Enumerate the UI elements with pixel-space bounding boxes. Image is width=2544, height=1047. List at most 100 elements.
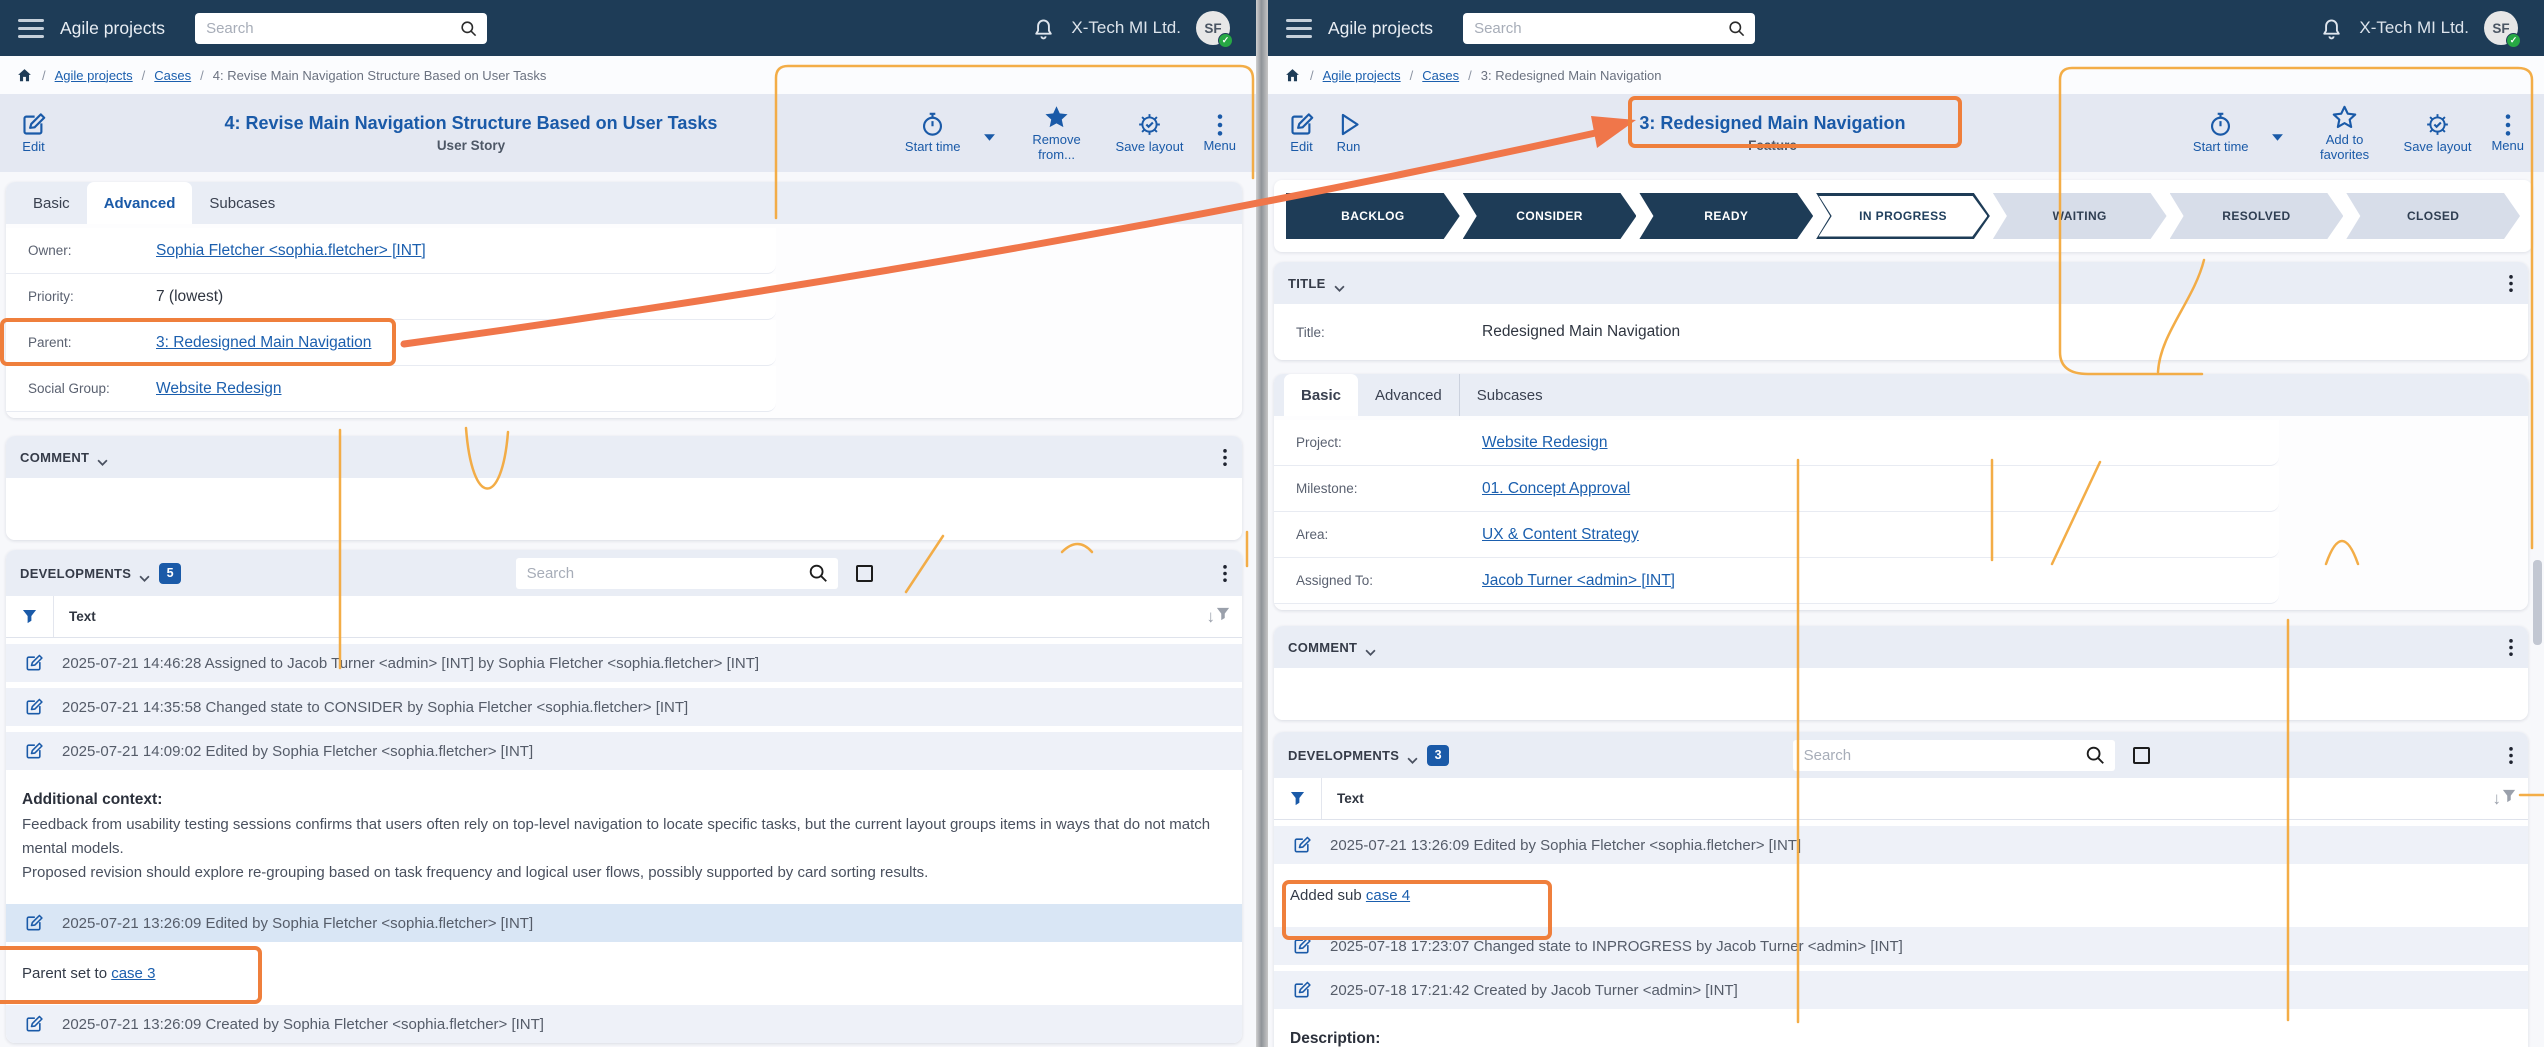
development-log-row[interactable]: 2025-07-21 13:26:09 Edited by Sophia Fle… (6, 904, 1242, 942)
chevron-down-icon[interactable] (139, 570, 150, 577)
user-avatar[interactable]: SF ✓ (1196, 11, 1230, 45)
expand-grid-icon[interactable] (856, 565, 873, 582)
edit-entry-icon[interactable] (6, 653, 62, 673)
development-log-row[interactable]: 2025-07-21 14:09:02 Edited by Sophia Fle… (6, 732, 1242, 770)
global-search-input[interactable] (1472, 19, 1727, 38)
comment-body[interactable] (1274, 668, 2528, 720)
sort-filter-controls[interactable]: ↓ (2493, 789, 2529, 808)
save-layout-button[interactable]: Save layout (2404, 111, 2472, 155)
workflow-state[interactable]: WAITING (1993, 193, 2167, 239)
home-icon[interactable] (16, 67, 33, 84)
edit-entry-icon[interactable] (6, 1014, 62, 1034)
window-divider[interactable] (1256, 0, 1268, 1047)
development-log-row[interactable]: 2025-07-21 13:26:09 Created by Sophia Fl… (6, 1005, 1242, 1043)
development-log-row[interactable]: 2025-07-21 13:26:09 Edited by Sophia Fle… (1274, 826, 2528, 864)
breadcrumb-link[interactable]: Cases (154, 68, 191, 83)
breadcrumb-link[interactable]: Cases (1422, 68, 1459, 83)
kebab-icon[interactable] (2508, 638, 2514, 657)
kebab-icon[interactable] (2508, 274, 2514, 293)
development-log-row[interactable]: 2025-07-21 14:35:58 Changed state to CON… (6, 688, 1242, 726)
global-search-input[interactable] (204, 19, 459, 38)
chevron-down-icon[interactable] (1407, 752, 1418, 759)
edit-button[interactable]: Edit (1288, 111, 1315, 155)
development-log-row[interactable]: 2025-07-21 14:46:28 Assigned to Jacob Tu… (6, 644, 1242, 682)
workflow-state[interactable]: CONSIDER (1463, 193, 1637, 239)
scrollbar-thumb[interactable] (2533, 560, 2542, 645)
log-text: 2025-07-18 17:21:42 Created by Jacob Tur… (1330, 982, 1738, 999)
menu-button[interactable]: Menu (2491, 113, 2524, 154)
chevron-down-icon[interactable] (97, 454, 108, 461)
edit-entry-icon[interactable] (6, 741, 62, 761)
sort-down-icon: ↓ (1207, 608, 1216, 625)
developments-search-input[interactable] (1802, 746, 2084, 765)
edit-entry-icon[interactable] (1274, 980, 1330, 1000)
comment-body[interactable] (6, 478, 1242, 540)
development-log-row[interactable]: 2025-07-18 17:21:42 Created by Jacob Tur… (1274, 971, 2528, 1009)
edit-entry-icon[interactable] (1274, 835, 1330, 855)
field-value[interactable]: UX & Content Strategy (1482, 526, 1639, 544)
details-card: Basic Advanced Subcases Project: Website… (1274, 374, 2528, 610)
workflow-state[interactable]: RESOLVED (2170, 193, 2344, 239)
workflow-state[interactable]: READY (1639, 193, 1813, 239)
chevron-down-icon[interactable] (1365, 644, 1376, 651)
tab[interactable]: Subcases (192, 182, 292, 224)
start-time-caret[interactable] (2271, 129, 2284, 138)
edit-entry-icon[interactable] (6, 913, 62, 933)
kebab-icon[interactable] (2508, 746, 2514, 765)
developments-search-input[interactable] (525, 564, 807, 583)
add-to-favorites-button[interactable]: Add to favorites (2306, 104, 2384, 163)
menu-button[interactable]: Menu (1203, 113, 1236, 154)
workflow-state[interactable]: IN PROGRESS (1816, 193, 1990, 239)
hamburger-menu-icon[interactable] (1286, 19, 1312, 38)
breadcrumb-link[interactable]: Agile projects (55, 68, 133, 83)
field-value[interactable]: Website Redesign (156, 380, 282, 398)
note-link[interactable]: case 3 (111, 965, 155, 982)
field-value[interactable]: Website Redesign (1482, 434, 1608, 452)
online-status-icon: ✓ (2506, 33, 2521, 48)
home-icon[interactable] (1284, 67, 1301, 84)
remove-from-favorites-button[interactable]: Remove from... (1018, 104, 1096, 163)
developments-search[interactable] (516, 558, 838, 589)
filter-funnel-icon[interactable] (6, 596, 54, 637)
field-value[interactable]: Jacob Turner <admin> [INT] (1482, 572, 1675, 590)
tab[interactable]: Advanced (87, 182, 193, 224)
development-log-row[interactable]: 2025-07-18 17:23:07 Changed state to INP… (1274, 927, 2528, 965)
start-time-button[interactable]: Start time (905, 111, 961, 155)
global-search[interactable] (195, 13, 487, 44)
tab[interactable]: Basic (1284, 374, 1358, 416)
tab[interactable]: Advanced (1358, 374, 1459, 416)
developments-search[interactable] (1793, 740, 2115, 771)
start-time-button[interactable]: Start time (2193, 111, 2249, 155)
breadcrumb-link[interactable]: Agile projects (1323, 68, 1401, 83)
edit-entry-icon[interactable] (6, 697, 62, 717)
developments-table-header: Text ↓ (1274, 778, 2528, 820)
development-note-row: Additional context:Feedback from usabili… (6, 776, 1242, 898)
kebab-icon[interactable] (1222, 448, 1228, 467)
notifications-bell-icon[interactable] (2319, 16, 2344, 41)
edit-button[interactable]: Edit (20, 111, 47, 155)
field-value[interactable]: Sophia Fletcher <sophia.fletcher> [INT] (156, 242, 426, 260)
tab[interactable]: Subcases (1459, 374, 1560, 416)
field-value[interactable]: 3: Redesigned Main Navigation (156, 334, 371, 352)
user-avatar[interactable]: SF ✓ (2484, 11, 2518, 45)
chevron-down-icon[interactable] (1334, 280, 1345, 287)
hamburger-menu-icon[interactable] (18, 19, 44, 38)
global-search[interactable] (1463, 13, 1755, 44)
save-layout-button[interactable]: Save layout (1116, 111, 1184, 155)
note-link[interactable]: case 4 (1366, 887, 1410, 904)
expand-grid-icon[interactable] (2133, 747, 2150, 764)
tab[interactable]: Basic (16, 182, 87, 224)
sort-filter-controls[interactable]: ↓ (1207, 607, 1243, 626)
workflow-state[interactable]: CLOSED (2346, 193, 2520, 239)
tab-label: Basic (33, 195, 70, 212)
notifications-bell-icon[interactable] (1031, 16, 1056, 41)
field-value[interactable]: 01. Concept Approval (1482, 480, 1630, 498)
workflow-state[interactable]: BACKLOG (1286, 193, 1460, 239)
developments-section-title: DEVELOPMENTS (1288, 748, 1399, 763)
filter-funnel-icon[interactable] (1274, 778, 1322, 819)
note-paragraph: Proposed revision should explore re-grou… (22, 861, 1226, 885)
run-button[interactable]: Run (1335, 111, 1362, 155)
start-time-caret[interactable] (983, 129, 996, 138)
edit-entry-icon[interactable] (1274, 936, 1330, 956)
kebab-icon[interactable] (1222, 564, 1228, 583)
